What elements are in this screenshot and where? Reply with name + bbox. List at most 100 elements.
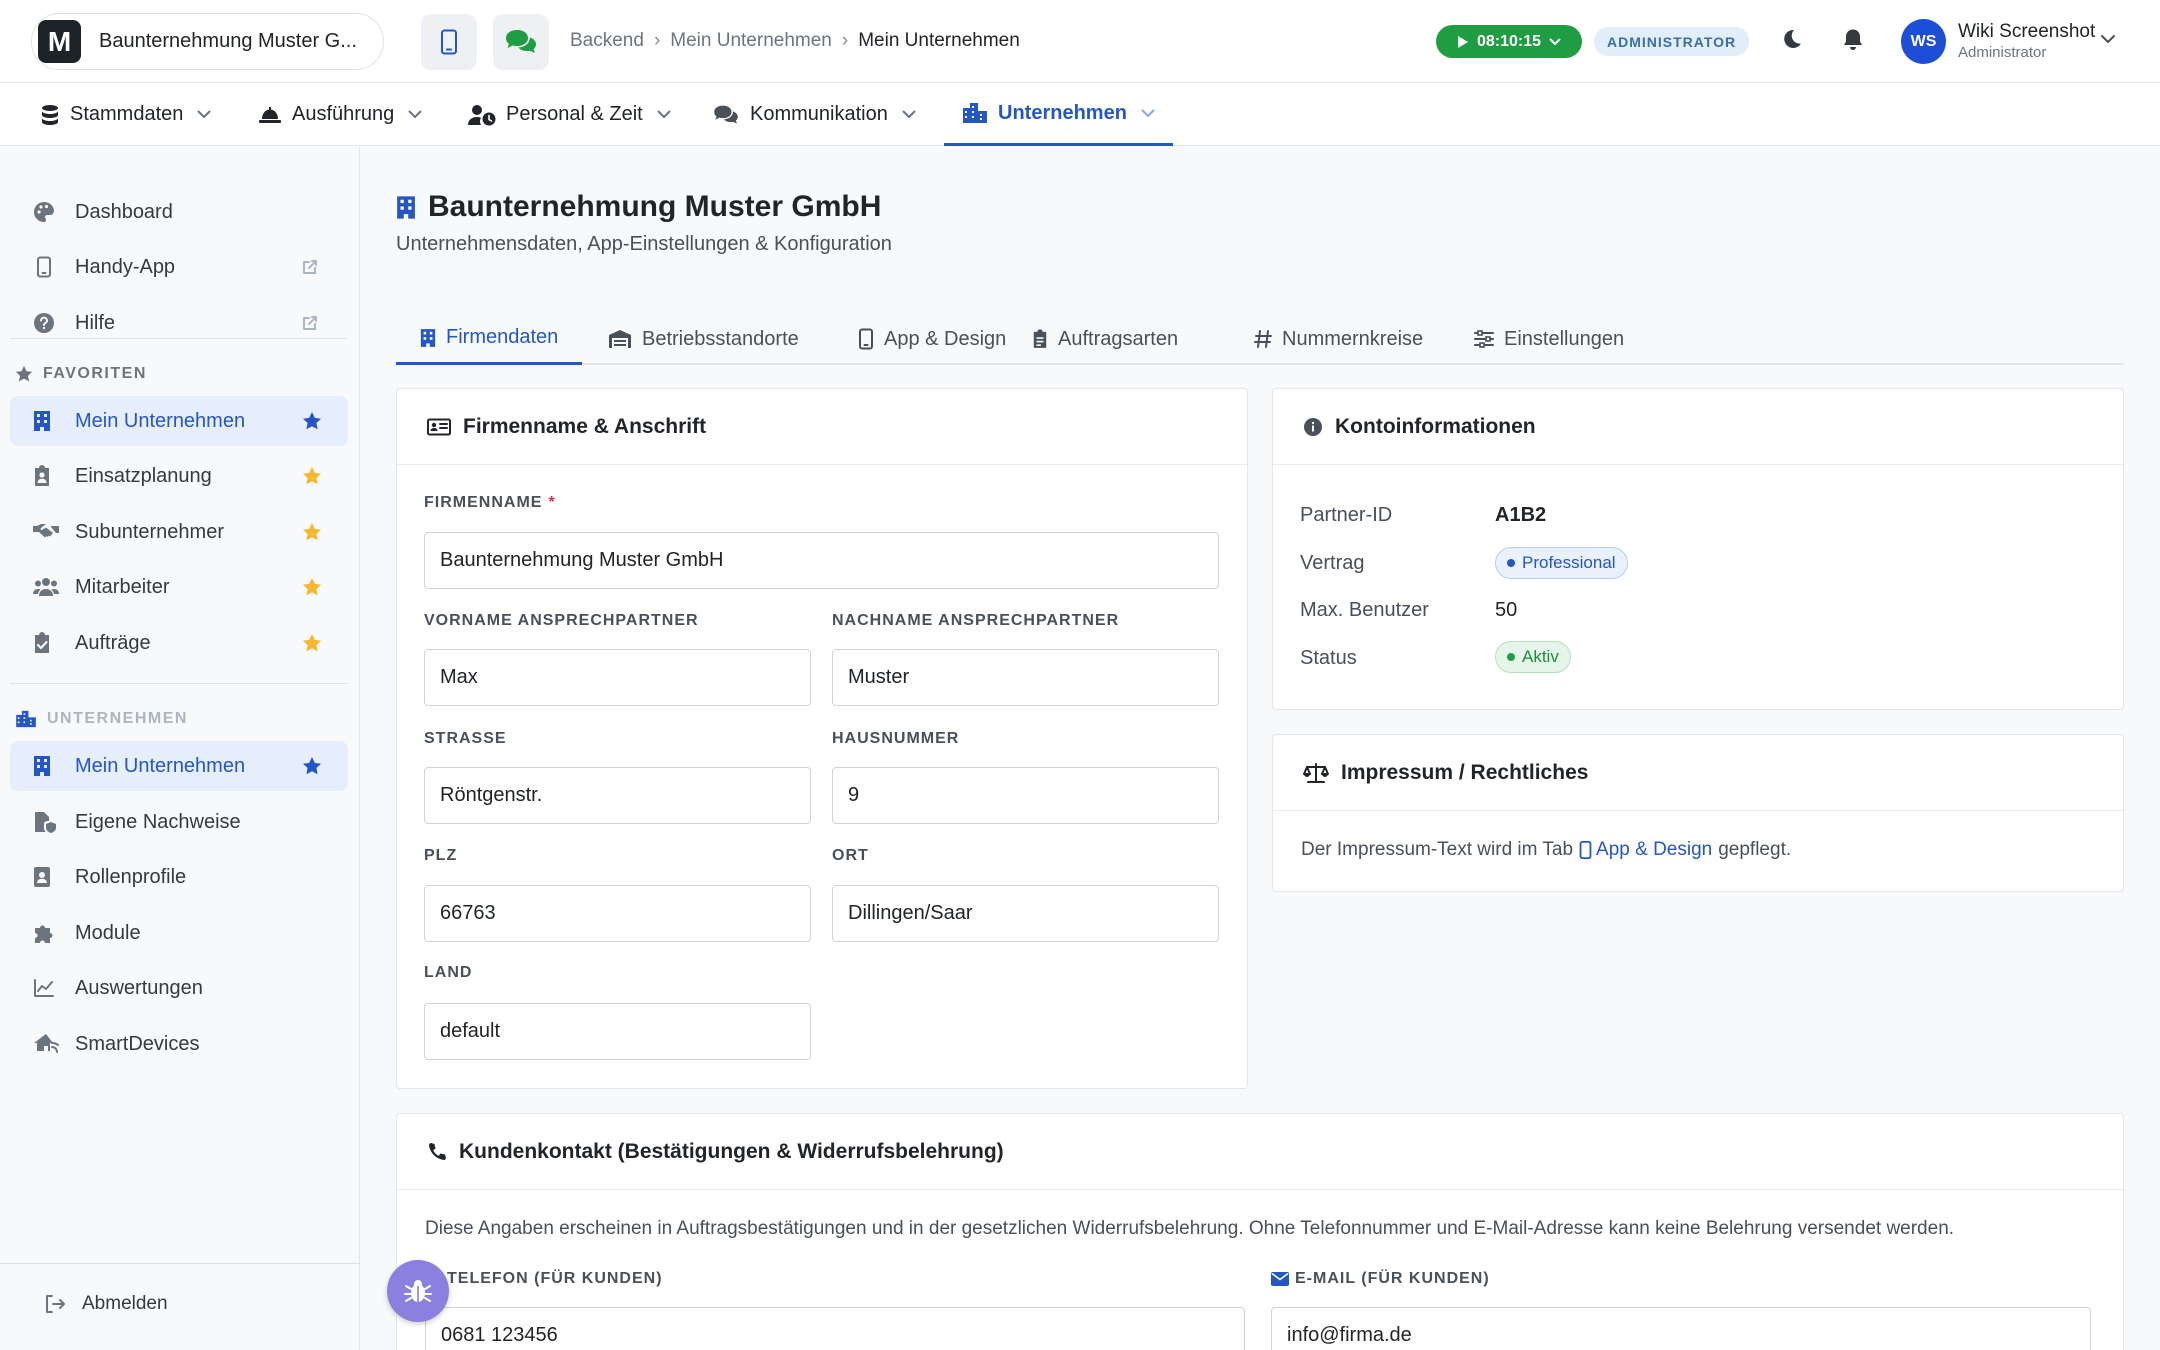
sidebar-section-title: UNTERNEHMEN <box>47 710 188 727</box>
hausnummer-label: HAUSNUMMER <box>832 730 960 747</box>
chevron-down-icon <box>902 110 916 118</box>
chevron-down-icon <box>408 110 422 118</box>
sidebar-item-handy-app[interactable]: Handy-App <box>10 242 348 292</box>
nachname-input[interactable] <box>832 649 1219 706</box>
nachname-label: NACHNAME ANSPRECHPARTNER <box>832 612 1120 629</box>
mobile-icon <box>37 256 51 278</box>
sidebar-item-auswertungen[interactable]: Auswertungen <box>10 963 348 1013</box>
star-icon[interactable] <box>302 577 322 597</box>
avatar[interactable]: WS <box>1901 19 1946 64</box>
breadcrumb-item[interactable]: Backend <box>570 30 644 52</box>
tab-betriebsstandorte[interactable]: Betriebsstandorte <box>584 313 823 365</box>
external-link-icon <box>303 260 317 274</box>
mobile-icon <box>1579 841 1592 859</box>
star-icon[interactable] <box>302 466 322 486</box>
comments-icon <box>714 105 738 124</box>
app-design-link-text: App & Design <box>1596 839 1713 860</box>
top-bar: M Baunternehmung Muster G... Backend › M… <box>0 0 2160 83</box>
sidebar-favorite-mitarbeiter[interactable]: Mitarbeiter <box>10 562 348 612</box>
sidebar-item-hilfe[interactable]: Hilfe <box>10 298 348 348</box>
sidebar-item-eigene-nachweise[interactable]: Eigene Nachweise <box>10 797 348 847</box>
ort-input[interactable] <box>832 885 1219 942</box>
firmenname-input[interactable] <box>424 532 1219 589</box>
sidebar-item-label: Mein Unternehmen <box>75 754 246 777</box>
chevron-down-icon[interactable] <box>2100 34 2116 44</box>
nav-item-label: Personal & Zeit <box>506 103 643 125</box>
impressum-card-header: Impressum / Rechtliches <box>1273 735 2123 811</box>
tab-label: App & Design <box>884 327 1007 350</box>
bell-icon[interactable] <box>1842 28 1864 52</box>
chevron-down-icon <box>657 110 671 118</box>
tab-auftragsarten[interactable]: Auftragsarten <box>1008 313 1202 365</box>
nav-item-ausfuehrung[interactable]: Ausführung <box>258 83 422 146</box>
sidebar-item-label: Module <box>75 921 141 944</box>
user-name[interactable]: Wiki Screenshot <box>1958 21 2095 43</box>
tab-einstellungen[interactable]: Einstellungen <box>1450 313 1648 365</box>
sidebar-item-rollenprofile[interactable]: Rollenprofile <box>10 852 348 902</box>
nav-item-kommunikation[interactable]: Kommunikation <box>712 83 916 146</box>
star-icon[interactable] <box>302 633 322 653</box>
tab-app-design[interactable]: App & Design <box>834 313 1030 365</box>
sidebar-favorite-mein-unternehmen[interactable]: Mein Unternehmen <box>10 396 348 446</box>
nav-item-unternehmen[interactable]: Unternehmen <box>944 83 1173 146</box>
nav-item-label: Unternehmen <box>998 101 1127 124</box>
hausnummer-input[interactable] <box>832 767 1219 824</box>
company-selector[interactable]: M Baunternehmung Muster G... <box>31 13 384 70</box>
external-link-icon <box>303 316 317 330</box>
telefon-input[interactable] <box>425 1307 1245 1350</box>
page-subtitle: Unternehmensdaten, App-Einstellungen & K… <box>396 233 892 255</box>
tab-nummernkreise[interactable]: Nummernkreise <box>1230 313 1447 365</box>
breadcrumb-current: Mein Unternehmen <box>858 30 1020 51</box>
question-circle-icon <box>34 313 54 333</box>
sidebar-item-smartdevices[interactable]: SmartDevices <box>10 1019 348 1069</box>
mobile-icon <box>859 328 873 350</box>
sidebar-item-module[interactable]: Module <box>10 908 348 958</box>
star-icon[interactable] <box>302 756 322 776</box>
sidebar-favorite-subunternehmer[interactable]: Subunternehmer <box>10 507 348 557</box>
breadcrumb-item[interactable]: Mein Unternehmen <box>670 30 832 52</box>
impressum-text-after: gepflegt. <box>1718 839 1792 860</box>
sidebar-item-label: Eigene Nachweise <box>75 810 241 833</box>
card-title: Kundenkontakt (Bestätigungen & Widerrufs… <box>459 1139 1004 1163</box>
moon-icon[interactable] <box>1781 28 1803 50</box>
city-icon <box>16 710 36 728</box>
play-icon <box>1457 35 1468 48</box>
house-signal-icon <box>34 1034 59 1053</box>
vorname-label: VORNAME ANSPRECHPARTNER <box>424 612 699 629</box>
required-marker: * <box>548 494 556 511</box>
time-tracking-timer[interactable]: 08:10:15 <box>1436 25 1582 58</box>
email-input[interactable] <box>1271 1307 2091 1350</box>
chat-button[interactable] <box>493 14 549 70</box>
impressum-text-before: Der Impressum-Text wird im Tab <box>1301 839 1574 860</box>
sidebar-item-label: Handy-App <box>75 255 176 278</box>
sidebar-item-label: Auswertungen <box>75 976 203 999</box>
nav-item-stammdaten[interactable]: Stammdaten <box>40 83 211 146</box>
sidebar-section-unternehmen: UNTERNEHMEN <box>15 710 188 728</box>
mobile-app-button[interactable] <box>421 14 477 70</box>
star-icon[interactable] <box>302 522 322 542</box>
clipboard-user-icon <box>35 465 49 486</box>
clipboard-check-icon <box>35 632 49 653</box>
sidebar-item-mein-unternehmen[interactable]: Mein Unternehmen <box>10 741 348 791</box>
sidebar-favorite-auftraege[interactable]: Aufträge <box>10 618 348 668</box>
strasse-label: STRASSE <box>424 730 507 747</box>
tab-firmendaten[interactable]: Firmendaten <box>396 313 583 365</box>
bug-report-button[interactable] <box>387 1260 449 1322</box>
sidebar-item-label: Rollenprofile <box>75 865 187 888</box>
star-icon[interactable] <box>302 411 322 431</box>
strasse-input[interactable] <box>424 767 811 824</box>
sidebar-item-label: Mitarbeiter <box>75 575 170 598</box>
kundenkontakt-card-header: Kundenkontakt (Bestätigungen & Widerrufs… <box>397 1114 2123 1190</box>
sidebar-item-label: Subunternehmer <box>75 520 224 543</box>
vorname-input[interactable] <box>424 649 811 706</box>
land-input[interactable] <box>424 1003 811 1060</box>
app-design-link[interactable]: App & Design <box>1579 839 1712 861</box>
card-title: Impressum / Rechtliches <box>1341 760 1589 784</box>
tab-label: Einstellungen <box>1504 327 1625 350</box>
warehouse-icon <box>609 330 631 348</box>
sidebar-item-dashboard[interactable]: Dashboard <box>10 187 348 237</box>
nav-item-personal-zeit[interactable]: Personal & Zeit <box>468 83 671 146</box>
sidebar-favorite-einsatzplanung[interactable]: Einsatzplanung <box>10 451 348 501</box>
logout-button[interactable]: Abmelden <box>44 1293 168 1315</box>
plz-input[interactable] <box>424 885 811 942</box>
